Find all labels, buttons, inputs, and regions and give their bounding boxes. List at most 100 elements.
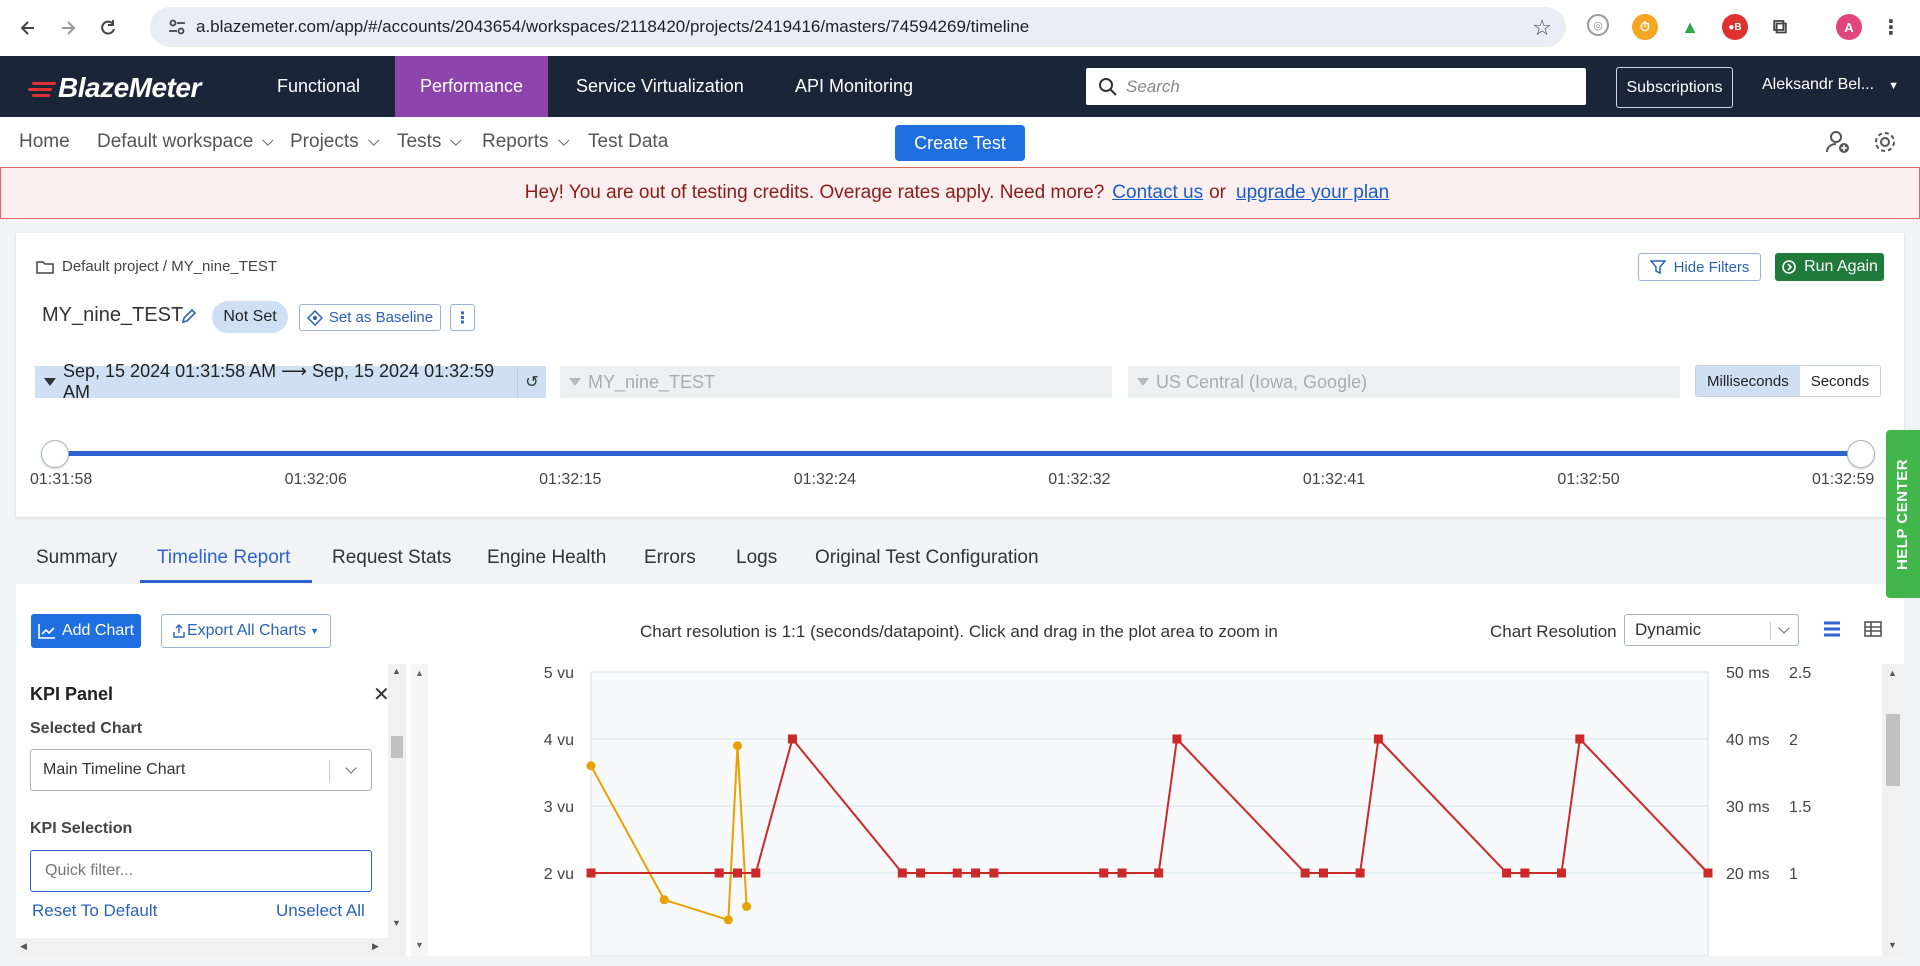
slider-tick-label: 01:32:06 <box>284 471 347 488</box>
back-icon[interactable] <box>8 8 48 48</box>
globe-extension-icon[interactable]: ◎ <box>1587 14 1609 36</box>
tab-summary[interactable]: Summary <box>36 547 117 569</box>
charts-scrollbar[interactable]: ▲ ▼ <box>1882 664 1904 956</box>
data-point-red <box>1318 868 1328 878</box>
close-icon[interactable]: ✕ <box>373 682 388 707</box>
blazemeter-logo[interactable]: BlazeMeter <box>26 72 201 104</box>
reload-icon[interactable] <box>88 8 128 48</box>
slider-end-handle[interactable] <box>1847 440 1875 468</box>
scenario-select[interactable]: MY_nine_TEST <box>560 366 1112 398</box>
nav-reports[interactable]: Reports <box>482 131 570 153</box>
tab-functional[interactable]: Functional <box>252 56 385 117</box>
export-icon <box>173 624 185 638</box>
kpi-panel: KPI Panel ✕ Selected Chart Main Timeline… <box>16 664 428 956</box>
nav-tests[interactable]: Tests <box>397 131 462 153</box>
data-point-red <box>1520 868 1530 878</box>
nav-projects[interactable]: Projects <box>290 131 380 153</box>
slider-start-handle[interactable] <box>41 440 69 468</box>
extensions-puzzle-icon[interactable]: ⧉ <box>1767 14 1793 40</box>
unselect-all-link[interactable]: Unselect All <box>276 901 365 921</box>
search-icon <box>1099 78 1117 96</box>
tab-api-monitoring[interactable]: API Monitoring <box>770 56 938 117</box>
add-user-icon[interactable] <box>1823 127 1853 157</box>
blazemeter-extension-icon[interactable]: ●B <box>1722 14 1748 40</box>
forward-icon[interactable] <box>48 8 88 48</box>
chevron-down-icon <box>345 762 357 774</box>
tab-errors[interactable]: Errors <box>644 547 696 569</box>
chart-resolution-select[interactable]: Dynamic <box>1624 614 1799 646</box>
test-title: MY_nine_TEST <box>42 304 184 326</box>
slider-tick-label: 01:31:58 <box>30 471 93 488</box>
chart-svg[interactable]: 5 vu 50 ms 2.5 4 vu 40 ms 2 3 vu 30 ms 1.5 2 vu 20… <box>442 664 1882 956</box>
upgrade-plan-link[interactable]: upgrade your plan <box>1236 182 1389 204</box>
date-range-select[interactable]: Sep, 15 2024 01:31:58 AM ⟶ Sep, 15 2024 … <box>35 361 517 402</box>
panel-scrollbar[interactable]: ▲ ▼ <box>411 664 428 956</box>
tab-logs[interactable]: Logs <box>736 547 777 569</box>
settings-gear-icon[interactable] <box>1870 127 1900 157</box>
scroll-up-icon[interactable]: ▲ <box>1888 668 1897 678</box>
scroll-up-icon[interactable]: ▲ <box>415 668 424 678</box>
tab-request-stats[interactable]: Request Stats <box>332 547 451 569</box>
tab-performance[interactable]: Performance <box>395 56 549 117</box>
data-point-red <box>586 868 596 878</box>
nav-home[interactable]: Home <box>19 131 70 153</box>
more-options-icon[interactable]: ⋮ <box>450 304 475 331</box>
scroll-down-icon[interactable]: ▼ <box>415 940 424 950</box>
add-chart-button[interactable]: Add Chart <box>31 614 141 648</box>
browser-menu-icon[interactable]: ⋮ <box>1878 14 1904 40</box>
grid-view-icon[interactable] <box>1863 619 1883 639</box>
y-right-tick-label: 1.5 <box>1789 799 1811 816</box>
user-menu[interactable]: Aleksandr Bel... ▼ <box>1762 76 1899 94</box>
scrollbar-thumb[interactable] <box>1886 714 1900 786</box>
leaf-extension-icon[interactable]: ▲ <box>1677 14 1703 40</box>
reset-range-icon[interactable]: ↺ <box>517 366 546 398</box>
address-bar[interactable]: a.blazemeter.com/app/#/accounts/2043654/… <box>150 7 1566 47</box>
y-mid-tick-label: 20 ms <box>1726 866 1770 883</box>
scroll-up-icon[interactable]: ▲ <box>392 666 401 676</box>
kpi-horizontal-scrollbar[interactable]: ◀ ▶ <box>16 938 388 956</box>
seconds-option[interactable]: Seconds <box>1800 366 1880 396</box>
create-test-button[interactable]: Create Test <box>895 125 1025 161</box>
search-input[interactable]: Search <box>1086 68 1586 105</box>
tab-service-virtualization[interactable]: Service Virtualization <box>551 56 769 117</box>
clock-extension-icon[interactable]: ⏱ <box>1632 14 1658 40</box>
list-view-icon[interactable] <box>1822 619 1842 639</box>
nav-workspace[interactable]: Default workspace <box>97 131 274 153</box>
data-point-red <box>1117 868 1127 878</box>
tab-timeline-report[interactable]: Timeline Report <box>157 547 290 569</box>
data-point-orange <box>732 741 742 751</box>
location-select[interactable]: US Central (Iowa, Google) <box>1128 366 1680 398</box>
hide-filters-button[interactable]: Hide Filters <box>1638 253 1761 281</box>
active-tab-indicator <box>140 580 312 583</box>
app-header: BlazeMeter Functional Performance Servic… <box>0 56 1920 117</box>
contact-us-link[interactable]: Contact us <box>1112 182 1203 204</box>
site-info-icon[interactable] <box>166 16 188 38</box>
set-baseline-button[interactable]: Set as Baseline <box>299 304 441 331</box>
scroll-down-icon[interactable]: ▼ <box>392 918 401 928</box>
scroll-right-icon[interactable]: ▶ <box>372 941 379 952</box>
reset-to-default-link[interactable]: Reset To Default <box>32 901 157 921</box>
selected-chart-select[interactable]: Main Timeline Chart <box>30 749 372 791</box>
kpi-scrollbar[interactable]: ▲ ▼ <box>388 664 406 956</box>
milliseconds-option[interactable]: Milliseconds <box>1696 366 1800 396</box>
time-range-slider[interactable] <box>55 451 1861 456</box>
export-all-charts-button[interactable]: Export All Charts ▼ <box>161 614 331 648</box>
help-center-tab[interactable]: HELP CENTER <box>1886 430 1920 598</box>
run-again-button[interactable]: Run Again <box>1775 253 1884 281</box>
subscriptions-button[interactable]: Subscriptions <box>1616 67 1733 108</box>
tab-engine-health[interactable]: Engine Health <box>487 547 606 569</box>
breadcrumb[interactable]: Default project / MY_nine_TEST <box>36 258 277 275</box>
edit-pencil-icon[interactable] <box>180 307 198 325</box>
tab-original-test-configuration[interactable]: Original Test Configuration <box>815 547 1039 569</box>
bookmark-star-icon[interactable]: ☆ <box>1532 15 1552 41</box>
slider-tick-label: 01:32:50 <box>1557 471 1620 488</box>
main-timeline-chart[interactable]: 5 vu 50 ms 2.5 4 vu 40 ms 2 3 vu 30 ms 1.5 2 vu 20… <box>442 664 1882 956</box>
scrollbar-thumb[interactable] <box>391 736 403 758</box>
profile-avatar[interactable]: A <box>1836 14 1862 40</box>
baseline-icon <box>306 309 323 326</box>
scroll-left-icon[interactable]: ◀ <box>20 941 27 952</box>
nav-test-data[interactable]: Test Data <box>588 131 668 153</box>
data-point-red <box>897 868 907 878</box>
kpi-quick-filter-input[interactable] <box>30 850 372 892</box>
scroll-down-icon[interactable]: ▼ <box>1888 940 1897 950</box>
